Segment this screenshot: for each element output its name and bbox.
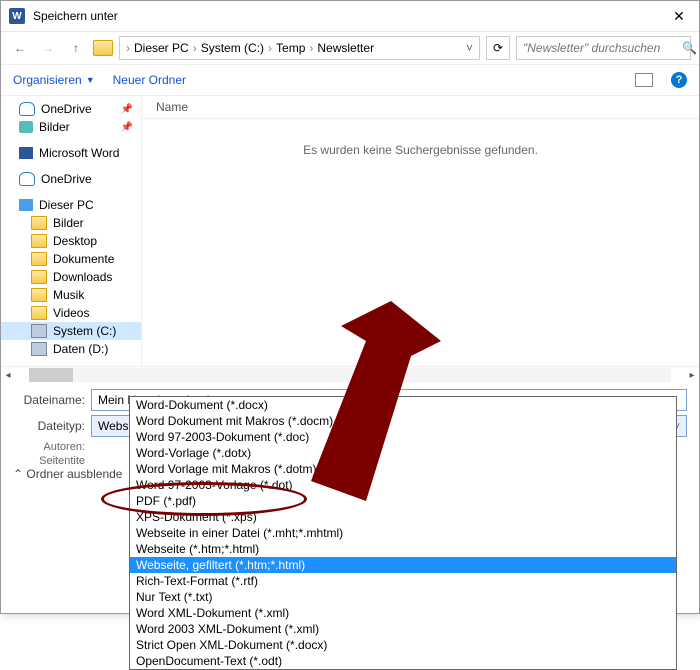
filetype-option[interactable]: Webseite in einer Datei (*.mht;*.mhtml)	[130, 525, 676, 541]
filetype-option[interactable]: Word-Dokument (*.docx)	[130, 397, 676, 413]
tree-item-icon	[31, 288, 47, 302]
close-button[interactable]: ✕	[667, 4, 691, 28]
filetype-option[interactable]: Strict Open XML-Dokument (*.docx)	[130, 637, 676, 653]
hide-folders-toggle[interactable]: ⌃ Ordner ausblende	[13, 467, 122, 481]
filetype-option[interactable]: Word-Vorlage (*.dotx)	[130, 445, 676, 461]
tree-item-icon	[31, 324, 47, 338]
horizontal-scrollbar[interactable]: ◂ ▸	[1, 366, 699, 383]
scroll-thumb[interactable]	[29, 368, 73, 382]
tree-item-icon	[19, 172, 35, 186]
tree-item-label: Desktop	[53, 234, 97, 248]
tree-item[interactable]: Bilder	[1, 214, 141, 232]
tree-item[interactable]: OneDrive	[1, 170, 141, 188]
tree-item-label: Dieser PC	[39, 198, 94, 212]
tree-item-icon	[19, 121, 33, 133]
tree-item[interactable]: Downloads	[1, 268, 141, 286]
filetype-dropdown[interactable]: Word-Dokument (*.docx)Word Dokument mit …	[129, 396, 677, 670]
tree-item[interactable]: Musik	[1, 286, 141, 304]
pin-icon: 📌	[121, 104, 133, 115]
save-as-dialog: W Speichern unter ✕ ← → ↑ › Dieser PC› S…	[0, 0, 700, 614]
organize-menu[interactable]: Organisieren ▼	[13, 73, 95, 87]
toolbar: Organisieren ▼ Neuer Ordner ?	[1, 64, 699, 96]
tree-item[interactable]: OneDrive 📌	[1, 100, 141, 118]
filetype-option[interactable]: Word 2003 XML-Dokument (*.xml)	[130, 621, 676, 637]
window-title: Speichern unter	[33, 9, 667, 23]
tree-item-label: Downloads	[53, 270, 112, 284]
tree-item-icon	[19, 199, 33, 211]
filetype-option[interactable]: Word Dokument mit Makros (*.docm)	[130, 413, 676, 429]
tree-item-label: OneDrive	[41, 172, 92, 186]
tree-item[interactable]: Daten (D:)	[1, 340, 141, 358]
pagetitle-label: Seitentite	[13, 455, 85, 467]
tree-item-label: System (C:)	[53, 324, 116, 338]
tree-item-label: Bilder	[39, 120, 70, 134]
tree-item[interactable]: Microsoft Word	[1, 144, 141, 162]
tree-item-label: Bilder	[53, 216, 84, 230]
search-box[interactable]: 🔍	[516, 36, 691, 60]
view-options-button[interactable]	[635, 73, 653, 87]
filename-label: Dateiname:	[13, 393, 85, 407]
tree-item[interactable]: Bilder 📌	[1, 118, 141, 136]
file-list-pane: Name Es wurden keine Suchergebnisse gefu…	[142, 96, 699, 366]
chevron-down-icon[interactable]: ˅	[466, 41, 473, 55]
tree-item-icon	[31, 306, 47, 320]
folder-icon	[93, 40, 113, 56]
tree-item-label: Microsoft Word	[39, 146, 119, 160]
tree-item-icon	[31, 342, 47, 356]
filetype-option[interactable]: Word Vorlage mit Makros (*.dotm)	[130, 461, 676, 477]
dialog-body: OneDrive 📌 Bilder 📌 Microsoft Word OneDrive Di…	[1, 96, 699, 366]
word-app-icon: W	[9, 8, 25, 24]
new-folder-button[interactable]: Neuer Ordner	[113, 73, 186, 87]
tree-item-icon	[31, 216, 47, 230]
filetype-option[interactable]: Word XML-Dokument (*.xml)	[130, 605, 676, 621]
pin-icon: 📌	[121, 122, 133, 133]
up-button[interactable]: ↑	[65, 37, 87, 59]
refresh-button[interactable]: ⟳	[486, 36, 510, 60]
nav-tree[interactable]: OneDrive 📌 Bilder 📌 Microsoft Word OneDrive Di…	[1, 96, 142, 366]
forward-button[interactable]: →	[37, 37, 59, 59]
help-button[interactable]: ?	[671, 72, 687, 88]
empty-results-message: Es wurden keine Suchergebnisse gefunden.	[142, 119, 699, 366]
back-button[interactable]: ←	[9, 37, 31, 59]
tree-item[interactable]: Desktop	[1, 232, 141, 250]
tree-item-icon	[31, 270, 47, 284]
tree-item-icon	[31, 252, 47, 266]
tree-item-label: Videos	[53, 306, 89, 320]
tree-item[interactable]: Dieser PC	[1, 196, 141, 214]
tree-item[interactable]: Videos	[1, 304, 141, 322]
tree-item-icon	[19, 147, 33, 159]
filetype-option[interactable]: Nur Text (*.txt)	[130, 589, 676, 605]
chevron-icon: ⌃	[13, 467, 23, 481]
filetype-option[interactable]: OpenDocument-Text (*.odt)	[130, 653, 676, 669]
filetype-option[interactable]: Webseite (*.htm;*.html)	[130, 541, 676, 557]
tree-item-icon	[19, 102, 35, 116]
tree-item-label: OneDrive	[41, 102, 92, 116]
tree-item-label: Daten (D:)	[53, 342, 108, 356]
filetype-option[interactable]: Word 97-2003-Dokument (*.doc)	[130, 429, 676, 445]
column-header-name[interactable]: Name	[142, 96, 699, 119]
filetype-option[interactable]: PDF (*.pdf)	[130, 493, 676, 509]
scroll-right-arrow[interactable]: ▸	[685, 368, 699, 382]
filetype-option[interactable]: XPS-Dokument (*.xps)	[130, 509, 676, 525]
tree-item-icon	[31, 234, 47, 248]
authors-label: Autoren:	[13, 441, 85, 453]
filetype-label: Dateityp:	[13, 419, 85, 433]
breadcrumb-item[interactable]: Newsletter	[317, 41, 374, 55]
filetype-option[interactable]: Word 97-2003-Vorlage (*.dot)	[130, 477, 676, 493]
title-bar: W Speichern unter ✕	[1, 1, 699, 32]
search-icon[interactable]: 🔍	[682, 41, 697, 55]
scroll-left-arrow[interactable]: ◂	[1, 368, 15, 382]
tree-item-label: Dokumente	[53, 252, 114, 266]
tree-item[interactable]: System (C:)	[1, 322, 141, 340]
filetype-option[interactable]: Webseite, gefiltert (*.htm;*.html)	[130, 557, 676, 573]
tree-item-label: Musik	[53, 288, 84, 302]
breadcrumb[interactable]: › Dieser PC› System (C:)› Temp› Newslett…	[119, 36, 480, 60]
nav-bar: ← → ↑ › Dieser PC› System (C:)› Temp› Ne…	[1, 32, 699, 64]
breadcrumb-item[interactable]: System (C:)	[201, 41, 264, 55]
breadcrumb-item[interactable]: Dieser PC	[134, 41, 189, 55]
search-input[interactable]	[521, 40, 682, 56]
tree-item[interactable]: Dokumente	[1, 250, 141, 268]
breadcrumb-item[interactable]: Temp	[276, 41, 305, 55]
filetype-option[interactable]: Rich-Text-Format (*.rtf)	[130, 573, 676, 589]
